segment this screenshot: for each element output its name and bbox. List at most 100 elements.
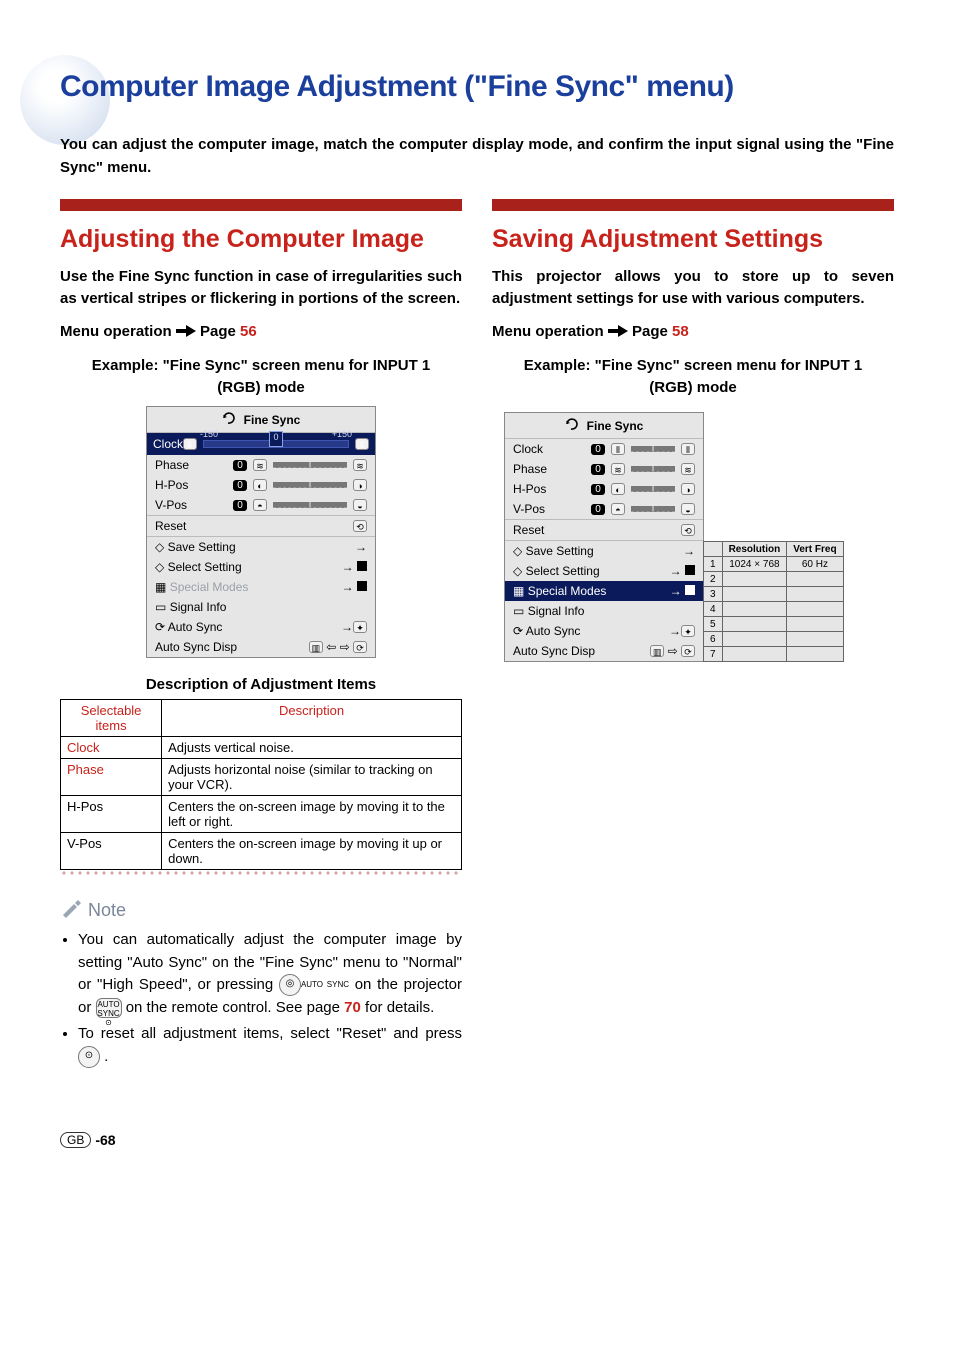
page-link-70[interactable]: 70 (344, 999, 361, 1016)
sync-icon (565, 417, 581, 434)
section-intro-right: This projector allows you to store up to… (492, 266, 894, 310)
menu-operation-label: Menu operation (60, 323, 172, 340)
table-cell-item: H-Pos (61, 796, 162, 833)
page-number: -68 (95, 1132, 115, 1148)
osd-param-vpos: V-Pos (155, 498, 227, 512)
osd-save-setting: Save Setting (168, 540, 236, 554)
sync-icon: ⟳ (513, 624, 523, 638)
note-divider-dots (60, 870, 462, 876)
table-header-desc: Description (162, 700, 462, 737)
osd-reset: Reset (513, 523, 544, 537)
osd-title: Fine Sync (244, 413, 301, 427)
table-row: 4 (704, 602, 844, 617)
note-label: Note (88, 900, 126, 921)
osd-param-clock: Clock (513, 442, 585, 456)
slider-icon: ⦀ (355, 438, 369, 450)
osd-auto-sync: Auto Sync (526, 624, 581, 638)
osd-value: 0 (233, 500, 247, 511)
restbl-header-resolution: Resolution (722, 542, 787, 557)
diamond-icon: ◇ (155, 560, 164, 574)
osd-param-phase: Phase (155, 458, 227, 472)
table-row: 11024 × 76860 Hz (704, 557, 844, 572)
restbl-header-vertfreq: Vert Freq (787, 542, 843, 557)
note-text: To reset all adjustment items, select "R… (78, 1025, 462, 1042)
diamond-icon: ◇ (155, 540, 164, 554)
modes-icon: ▦ (513, 584, 524, 598)
table-row: 6 (704, 632, 844, 647)
osd-signal-info: Signal Info (170, 600, 227, 614)
example-caption-left: Example: "Fine Sync" screen menu for INP… (72, 355, 450, 399)
resolution-table: Resolution Vert Freq 11024 × 76860 Hz 2 … (703, 541, 844, 662)
arrow-right-icon (608, 324, 628, 341)
mode-icon: ✦ (353, 621, 367, 633)
osd-value: 0 (233, 460, 247, 471)
arrow-right-icon: → (355, 540, 367, 554)
arrow-right-icon: → (683, 544, 695, 558)
locale-badge: GB (60, 1132, 91, 1148)
section-heading-saving: Saving Adjustment Settings (492, 225, 894, 254)
osd-special-modes: Special Modes (170, 580, 249, 594)
osd-screenshot-left: Fine Sync Clock ⦀ 0 ⦀ Phase0≋≋ H-Pos0◐◑ … (146, 406, 376, 658)
osd-selected-item: Clock (153, 437, 183, 451)
arrow-right-icon: → (342, 580, 354, 594)
table-cell-desc: Centers the on-screen image by moving it… (162, 796, 462, 833)
section-heading-adjusting: Adjusting the Computer Image (60, 225, 462, 254)
section-divider (492, 199, 894, 211)
osd-param-vpos: V-Pos (513, 502, 585, 516)
note-text: for details. (365, 999, 434, 1016)
diamond-icon: ◇ (513, 544, 522, 558)
table-cell-item: Phase (61, 759, 162, 796)
note-list: You can automatically adjust the compute… (60, 929, 462, 1068)
slider-zero: 0 (269, 431, 283, 447)
osd-auto-sync: Auto Sync (168, 620, 223, 634)
table-cell-item: Clock (61, 737, 162, 759)
mode-icon: ✦ (681, 625, 695, 637)
osd-param-phase: Phase (513, 462, 585, 476)
hpos-icon: ◐ (253, 479, 267, 491)
table-row: V-PosCenters the on-screen image by movi… (61, 833, 462, 870)
page-link-56[interactable]: 56 (240, 323, 257, 340)
note-text: on the remote control. See page (126, 999, 344, 1016)
table-cell-item: V-Pos (61, 833, 162, 870)
table-cell-desc: Centers the on-screen image by moving it… (162, 833, 462, 870)
page-title: Computer Image Adjustment ("Fine Sync" m… (60, 70, 894, 104)
info-icon: ▭ (155, 600, 166, 614)
sync-icon (222, 411, 238, 428)
osd-param-hpos: H-Pos (155, 478, 227, 492)
note-item: You can automatically adjust the compute… (78, 929, 462, 1019)
page-label: Page (632, 323, 668, 340)
left-column: Adjusting the Computer Image Use the Fin… (60, 199, 462, 1072)
osd-auto-sync-disp: Auto Sync Disp (155, 640, 237, 654)
slider-track: 0 (203, 440, 349, 448)
intro-paragraph: You can adjust the computer image, match… (60, 134, 894, 179)
osd-select-setting: Select Setting (526, 564, 600, 578)
osd-special-modes: Special Modes (528, 584, 607, 598)
button-label: AUTO SYNC (301, 980, 349, 989)
osd-param-hpos: H-Pos (513, 482, 585, 496)
hpos-icon: ◐ (611, 483, 625, 495)
phase-icon: ≋ (253, 459, 267, 471)
arrow-right-icon: → (342, 560, 354, 574)
table-row: 5 (704, 617, 844, 632)
reset-icon: ⟲ (353, 520, 367, 532)
vpos-icon: ◒ (353, 499, 367, 511)
example-caption-right: Example: "Fine Sync" screen menu for INP… (504, 355, 882, 399)
table-row: PhaseAdjusts horizontal noise (similar t… (61, 759, 462, 796)
table-row: ClockAdjusts vertical noise. (61, 737, 462, 759)
osd-signal-info: Signal Info (528, 604, 585, 618)
note-text: . (104, 1048, 108, 1065)
phase-icon: ≋ (353, 459, 367, 471)
table-row: 2 (704, 572, 844, 587)
osd-reset: Reset (155, 519, 186, 533)
table-row: H-PosCenters the on-screen image by movi… (61, 796, 462, 833)
page-link-58[interactable]: 58 (672, 323, 689, 340)
restbl-header-blank (704, 542, 723, 557)
page-label: Page (200, 323, 236, 340)
disp-icon: ⟳ (353, 641, 367, 653)
table-cell-desc: Adjusts horizontal noise (similar to tra… (162, 759, 462, 796)
clock-icon: ⦀ (611, 443, 625, 455)
adjustment-items-table: Selectable items Description ClockAdjust… (60, 699, 462, 870)
info-icon: ▭ (513, 604, 524, 618)
table-row: 3 (704, 587, 844, 602)
osd-value: 0 (233, 480, 247, 491)
